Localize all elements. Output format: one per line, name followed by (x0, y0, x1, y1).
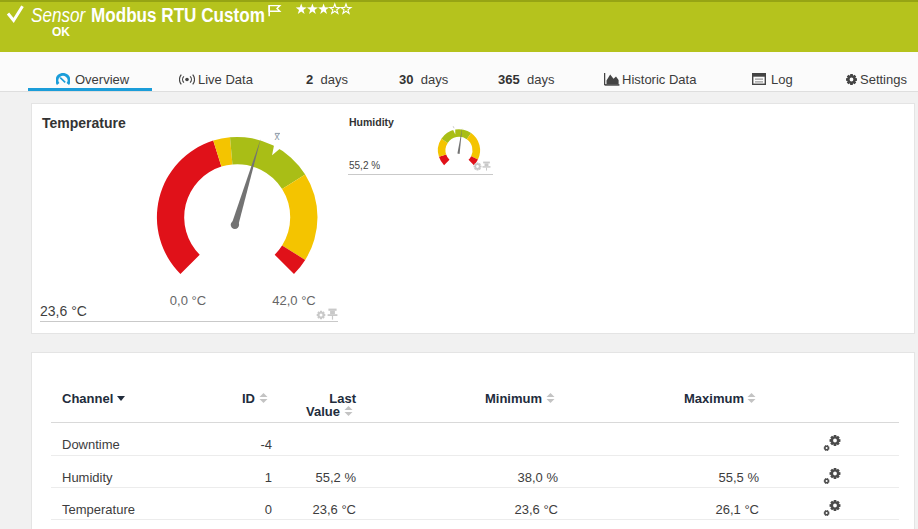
svg-text:x: x (275, 131, 280, 142)
